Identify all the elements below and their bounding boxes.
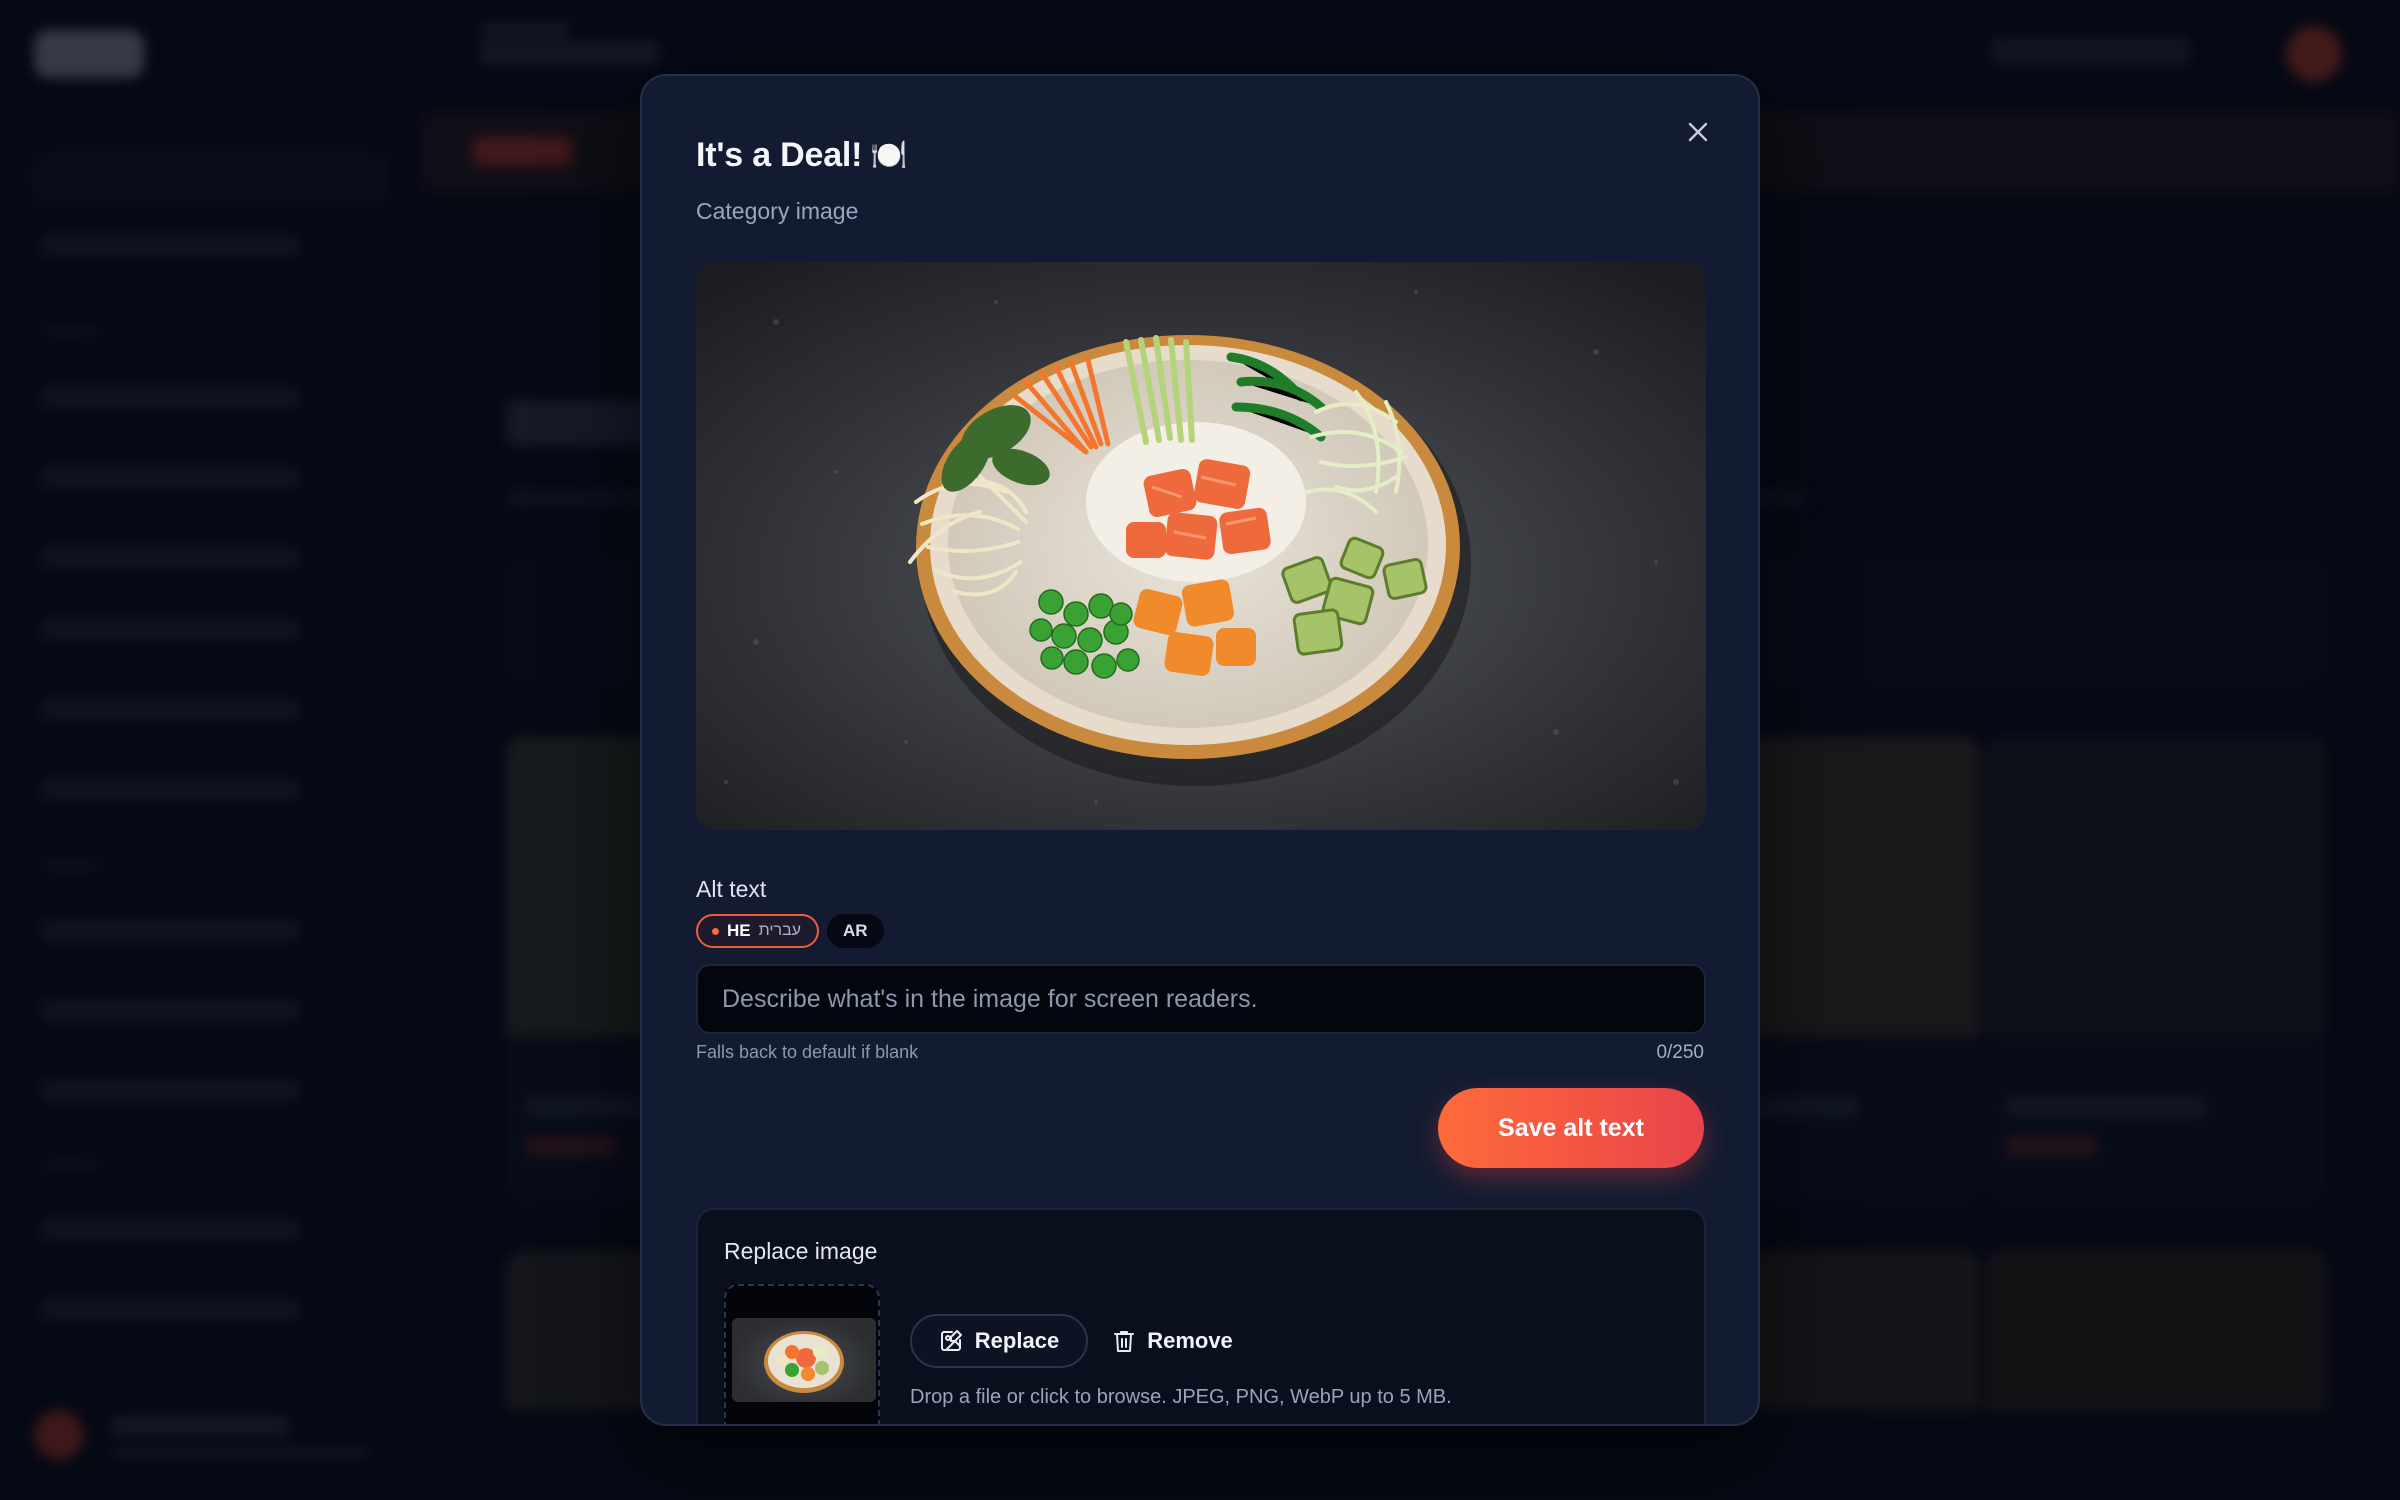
language-tab-he[interactable]: HE עברית bbox=[696, 914, 819, 948]
replace-image-button[interactable]: Replace bbox=[910, 1314, 1088, 1368]
dialog-title-text: It's a Deal! bbox=[696, 136, 863, 174]
dialog-subtitle: Category image bbox=[696, 198, 859, 224]
dialog-title: It's a Deal! 🍽️ bbox=[696, 136, 908, 175]
upload-hint: Drop a file or click to browse. JPEG, PN… bbox=[910, 1386, 1452, 1408]
remove-image-button[interactable]: Remove bbox=[1098, 1314, 1248, 1368]
close-icon bbox=[1688, 122, 1708, 142]
alt-text-label: Alt text bbox=[696, 876, 767, 902]
alt-text-hint: Falls back to default if blank bbox=[696, 1042, 919, 1062]
close-button[interactable] bbox=[1678, 112, 1718, 152]
dot-icon bbox=[712, 927, 719, 935]
language-code: AR bbox=[842, 921, 868, 940]
language-code: HE bbox=[727, 921, 751, 940]
image-edit-icon bbox=[940, 1330, 962, 1351]
plate-emoji-icon: 🍽️ bbox=[870, 139, 908, 172]
current-image-thumbnail[interactable] bbox=[724, 1284, 880, 1424]
replace-image-panel: Replace image Replace Remove Drop a file… bbox=[696, 1208, 1706, 1424]
language-native-name: עברית bbox=[758, 922, 801, 939]
poke-bowl-image bbox=[696, 262, 1706, 830]
alt-text-counter: 0/250 bbox=[1656, 1042, 1704, 1063]
category-image-preview bbox=[696, 262, 1706, 830]
trash-icon bbox=[1114, 1331, 1135, 1352]
poke-bowl-thumbnail bbox=[764, 1331, 844, 1393]
save-alt-text-button[interactable]: Save alt text bbox=[1438, 1088, 1704, 1168]
language-tab-ar[interactable]: AR bbox=[826, 914, 884, 948]
replace-button-label: Replace bbox=[974, 1328, 1060, 1353]
language-tabs: HE עברית AR bbox=[696, 914, 884, 948]
thumbnail-image bbox=[732, 1318, 876, 1402]
remove-button-label: Remove bbox=[1147, 1328, 1233, 1353]
category-image-dialog: It's a Deal! 🍽️ Category image Alt text … bbox=[640, 74, 1760, 1426]
alt-text-input[interactable] bbox=[696, 964, 1706, 1034]
replace-image-title: Replace image bbox=[724, 1238, 878, 1264]
